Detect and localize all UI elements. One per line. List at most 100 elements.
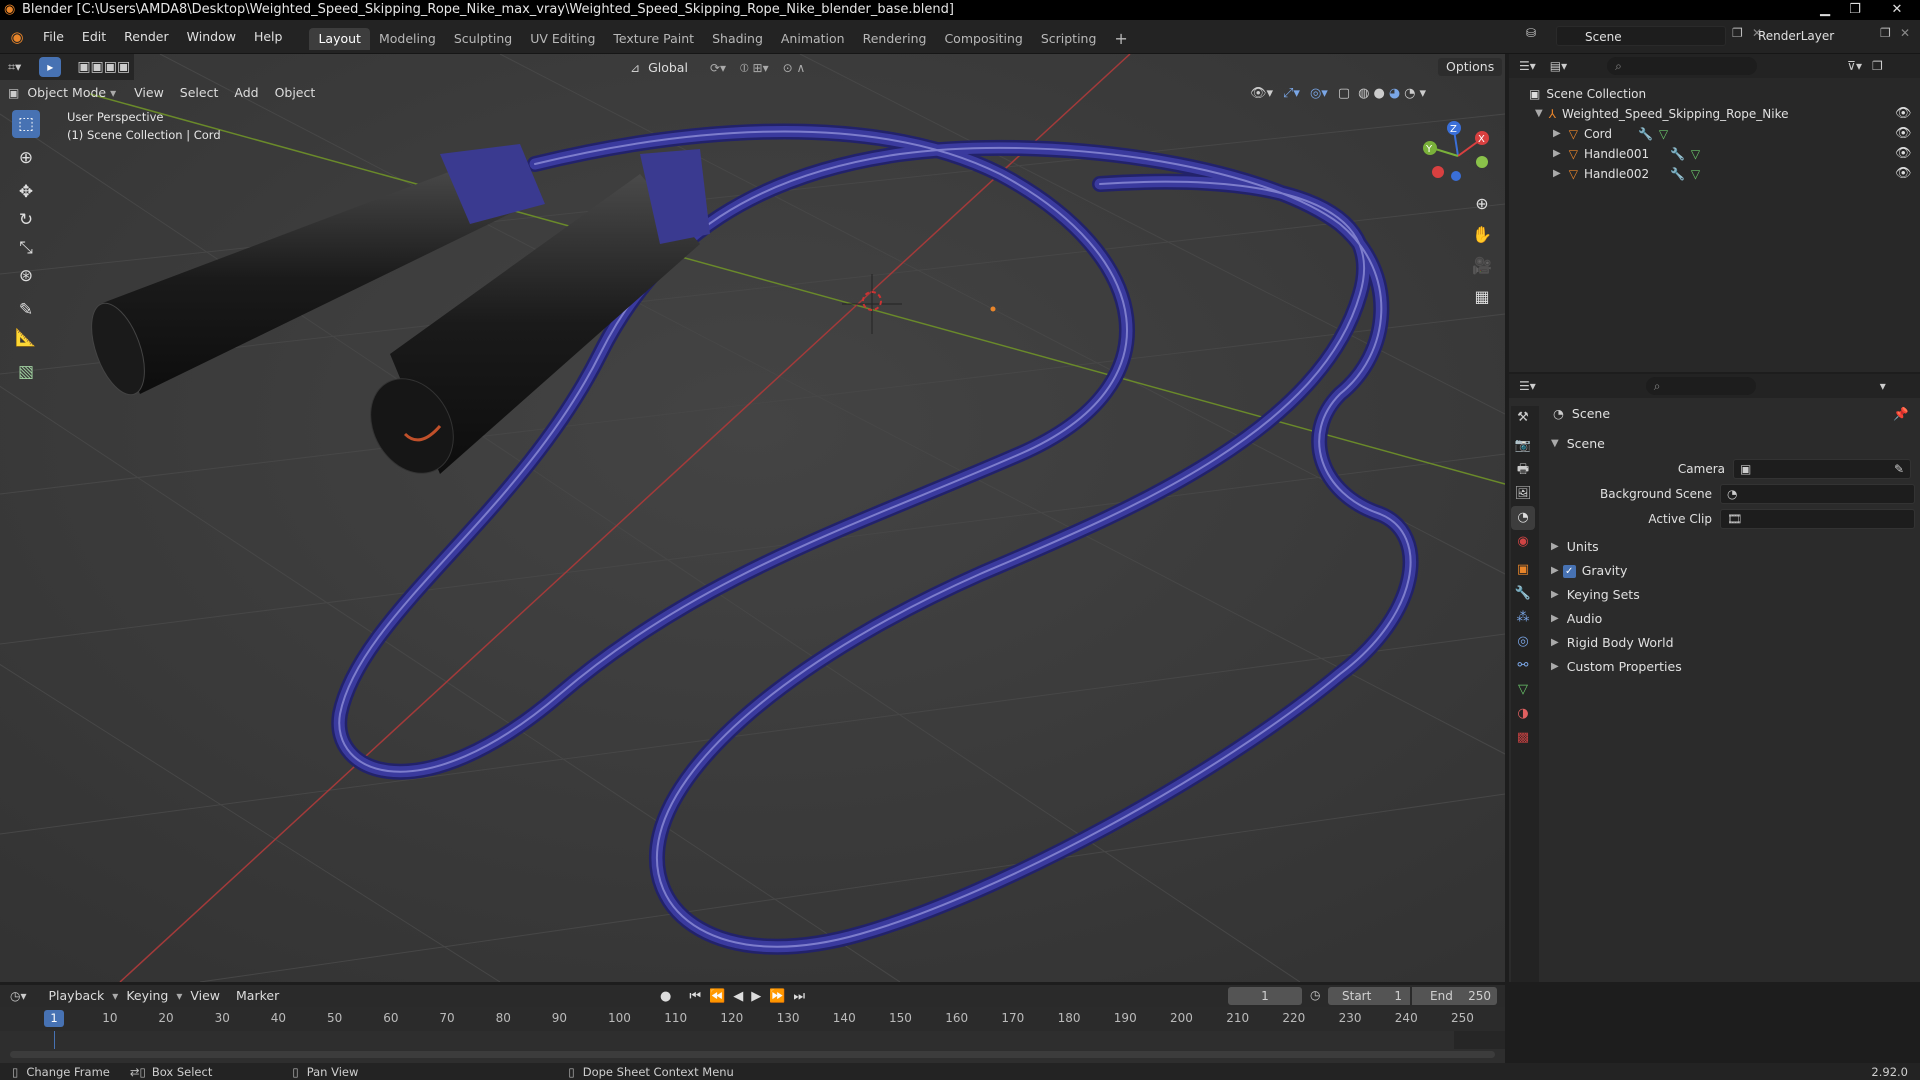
blender-menu-icon[interactable]: ◉	[0, 28, 34, 46]
outliner-row-collection[interactable]: ▼ ⅄ Weighted_Speed_Skipping_Rope_Nike 👁	[1509, 104, 1920, 124]
next-keyframe-icon[interactable]: ⏩	[769, 989, 785, 1004]
panel-units[interactable]: ▶ Units	[1545, 535, 1915, 559]
scene-browse-icon[interactable]: ⛁	[1526, 26, 1536, 40]
material-tab-icon[interactable]: ◑	[1511, 702, 1535, 726]
visibility-eye-icon[interactable]: 👁	[1895, 104, 1912, 124]
object-tab-icon[interactable]: ▣	[1511, 558, 1535, 582]
outliner-search-input[interactable]: ⌕	[1607, 57, 1758, 75]
menu-help[interactable]: Help	[245, 20, 292, 53]
outliner-row-scene-collection[interactable]: ▣ Scene Collection	[1509, 84, 1920, 104]
viewport-menu-add[interactable]: Add	[226, 82, 266, 104]
gravity-checkbox[interactable]: ✓	[1562, 564, 1576, 578]
material-shading-icon[interactable]: ◕	[1389, 86, 1400, 101]
rotate-tool-icon[interactable]: ↻	[12, 206, 40, 234]
view-layer-tab-icon[interactable]: 🖼	[1511, 482, 1535, 506]
panel-audio[interactable]: ▶ Audio	[1545, 607, 1915, 631]
pin-icon[interactable]: 📌	[1893, 402, 1909, 426]
shading-options-icon[interactable]: ▾	[1420, 86, 1427, 101]
expand-down-icon[interactable]: ▼	[1535, 104, 1543, 124]
menu-render[interactable]: Render	[115, 20, 178, 53]
scene-field[interactable]: Scene	[1556, 26, 1726, 46]
play-icon[interactable]: ▶	[751, 989, 761, 1004]
tab-modeling[interactable]: Modeling	[370, 28, 445, 50]
jump-start-icon[interactable]: ⏮	[689, 989, 701, 1004]
panel-rigid-body-world[interactable]: ▶ Rigid Body World	[1545, 631, 1915, 655]
visibility-eye-icon[interactable]: 👁	[1895, 164, 1912, 184]
select-tool-icon[interactable]: ⬚	[12, 110, 40, 138]
properties-search-input[interactable]: ⌕	[1645, 377, 1756, 395]
tab-rendering[interactable]: Rendering	[854, 28, 936, 50]
end-frame-field[interactable]: End 250	[1412, 987, 1497, 1005]
expand-right-icon[interactable]: ▶	[1553, 124, 1561, 144]
record-icon[interactable]: ●	[660, 989, 671, 1004]
close-icon[interactable]: ✕	[1874, 0, 1920, 20]
pivot-icon[interactable]: ⟳▾	[710, 61, 726, 75]
outliner-editor-icon[interactable]: ☰▾	[1519, 59, 1536, 73]
options-dropdown[interactable]: Options	[1438, 58, 1503, 76]
wireframe-shading-icon[interactable]: ◍	[1358, 86, 1369, 101]
annotate-tool-icon[interactable]: ✎	[12, 296, 40, 324]
active-clip-field[interactable]: 🎞	[1720, 508, 1915, 529]
chevron-down-icon[interactable]: ▾	[1880, 379, 1886, 393]
timeline-menu-playback[interactable]: Playback	[41, 985, 113, 1007]
proportional-edit-icon[interactable]: ⊙ ∧	[783, 61, 806, 75]
physics-tab-icon[interactable]: ◎	[1511, 630, 1535, 654]
prev-keyframe-icon[interactable]: ⏪	[709, 989, 725, 1004]
3d-viewport[interactable]: ⌗▾ ▸ ▣▣▣▣ ⊿ Global ⟳▾ ⦶ ⊞▾ ⊙ ∧ Options ▣…	[0, 54, 1505, 982]
menu-edit[interactable]: Edit	[73, 20, 115, 53]
camera-view-icon[interactable]: 🎥	[1468, 252, 1496, 280]
visibility-eye-icon[interactable]: 👁	[1895, 124, 1912, 144]
cursor-tool-icon[interactable]: ⊕	[12, 144, 40, 172]
world-tab-icon[interactable]: ◉	[1511, 530, 1535, 554]
minimize-icon[interactable]: ▁	[1810, 0, 1840, 20]
gizmo-icon[interactable]: ⤢▾	[1283, 86, 1300, 101]
data-tab-icon[interactable]: ▽	[1511, 678, 1535, 702]
tab-animation[interactable]: Animation	[772, 28, 854, 50]
overlay-icon[interactable]: ◎▾	[1310, 86, 1328, 101]
xray-icon[interactable]: ▢	[1338, 86, 1350, 101]
scene-tab-icon[interactable]: ◔	[1511, 506, 1535, 530]
properties-editor-icon[interactable]: ☰▾	[1519, 379, 1536, 393]
horizontal-scrollbar[interactable]	[10, 1051, 1495, 1058]
transform-tool-icon[interactable]: ⊛	[12, 262, 40, 290]
snap-icon[interactable]: ⦶ ⊞▾	[740, 61, 769, 76]
new-scene-icon[interactable]: ❐	[1732, 26, 1743, 40]
viewport-menu-view[interactable]: View	[126, 82, 172, 104]
timeline-menu-marker[interactable]: Marker	[228, 985, 287, 1007]
add-workspace-icon[interactable]: +	[1105, 28, 1136, 50]
tab-shading[interactable]: Shading	[703, 28, 772, 50]
pan-hand-icon[interactable]: ✋	[1468, 221, 1496, 249]
new-renderlayer-icon[interactable]: ❐	[1880, 26, 1891, 40]
preview-range-icon[interactable]: ◷	[1310, 988, 1320, 1002]
tool-tab-icon[interactable]: ⚒	[1511, 406, 1535, 430]
selection-mode-icon[interactable]: ▣▣▣▣	[73, 56, 134, 78]
panel-keying-sets[interactable]: ▶ Keying Sets	[1545, 583, 1915, 607]
constraints-tab-icon[interactable]: ⚯	[1511, 654, 1535, 678]
panel-gravity[interactable]: ▶ ✓ Gravity	[1545, 559, 1915, 583]
camera-field[interactable]: ▣ ✎	[1733, 458, 1911, 479]
editor-type-icon[interactable]: ⌗▾	[0, 56, 29, 78]
visibility-icon[interactable]: 👁▾	[1250, 86, 1273, 101]
playhead-indicator[interactable]: 1	[44, 1010, 64, 1027]
tab-compositing[interactable]: Compositing	[935, 28, 1031, 50]
move-tool-icon[interactable]: ✥	[12, 178, 40, 206]
eyedropper-icon[interactable]: ✎	[1894, 462, 1904, 476]
new-collection-icon[interactable]: ❐	[1872, 59, 1883, 73]
output-tab-icon[interactable]: 🖶	[1511, 458, 1535, 482]
particles-tab-icon[interactable]: ⁂	[1511, 606, 1535, 630]
select-box-icon[interactable]: ▸	[39, 57, 62, 77]
filter-icon[interactable]: ⊽▾	[1847, 59, 1862, 73]
expand-right-icon[interactable]: ▶	[1553, 164, 1561, 184]
menu-window[interactable]: Window	[178, 20, 245, 53]
zoom-icon[interactable]: ⊕	[1468, 190, 1496, 218]
timeline-menu-view[interactable]: View	[182, 985, 228, 1007]
scale-tool-icon[interactable]: ⤡	[12, 234, 40, 262]
perspective-toggle-icon[interactable]: ▦	[1468, 283, 1496, 311]
menu-file[interactable]: File	[34, 20, 73, 53]
panel-scene-header[interactable]: ▼ Scene	[1545, 432, 1915, 456]
transform-orientation-dropdown[interactable]: Global	[640, 57, 696, 79]
outliner-row-cord[interactable]: ▶ ▽ Cord 🔧 ▽ 👁	[1509, 124, 1920, 144]
jump-end-icon[interactable]: ⏭	[793, 989, 805, 1004]
delete-renderlayer-icon[interactable]: ✕	[1900, 26, 1910, 40]
tab-texture-paint[interactable]: Texture Paint	[604, 28, 703, 50]
